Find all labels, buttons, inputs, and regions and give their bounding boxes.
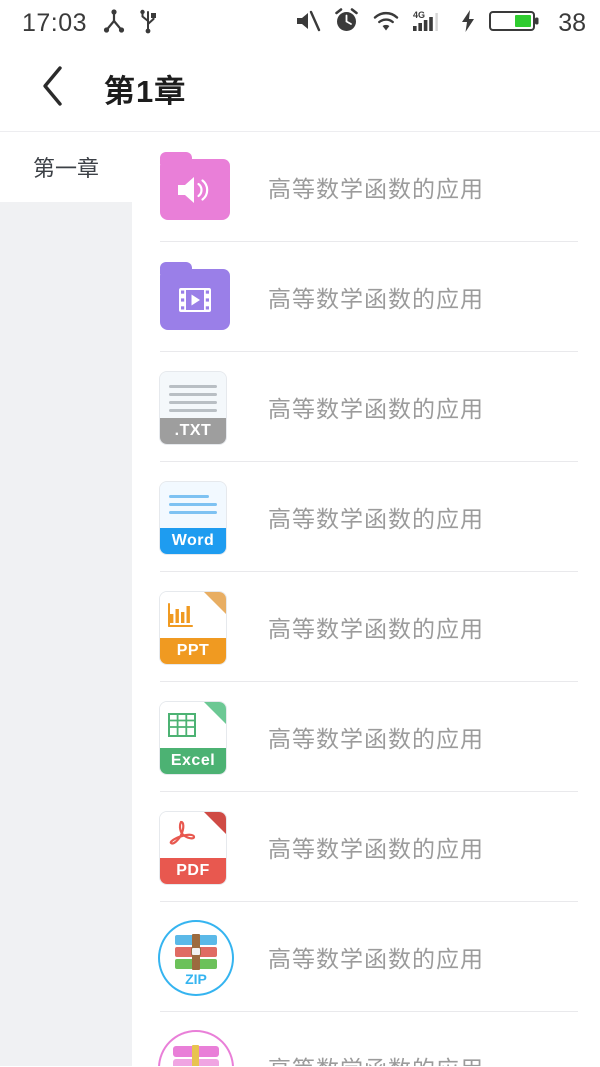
status-time: 17:03 [22, 8, 88, 37]
list-item-label: 高等数学函数的应用 [268, 616, 484, 642]
alarm-icon [334, 8, 359, 38]
list-item[interactable]: .TXT 高等数学函数的应用 [132, 352, 600, 462]
file-type-badge: ZIP [185, 971, 207, 987]
resource-list[interactable]: 高等数学函数的应用 高等数学函数的应用 .TXT 高等数学函数的应用 Word … [132, 132, 600, 1066]
page-title: 第1章 [104, 74, 187, 109]
ppt-file-icon: PPT [160, 592, 230, 664]
list-item-label: 高等数学函数的应用 [268, 506, 484, 532]
status-bar: 17:03 4G 38 [0, 0, 600, 46]
file-type-badge: Excel [170, 752, 216, 769]
list-item[interactable]: PDF 高等数学函数的应用 [132, 792, 600, 902]
list-item[interactable]: 高等数学函数的应用 [132, 132, 600, 242]
rar-file-icon: RAR [160, 1032, 232, 1066]
list-item-label: 高等数学函数的应用 [268, 176, 484, 202]
status-left-icons [103, 8, 157, 39]
battery-percent-label: 38 [558, 8, 586, 37]
txt-file-icon: .TXT [160, 372, 230, 444]
wifi-icon [372, 10, 400, 37]
list-item-label: 高等数学函数的应用 [268, 946, 484, 972]
chapter-sidebar: 第一章 [0, 132, 132, 1066]
svg-text:4G: 4G [413, 10, 425, 20]
app-header: 第1章 [0, 46, 600, 132]
list-item-label: 高等数学函数的应用 [268, 1050, 484, 1066]
excel-file-icon: Excel [160, 702, 230, 774]
zip-file-icon: ZIP [160, 922, 232, 994]
phone-screen: 17:03 4G 38 第1章 第一章 高等数学函数的应用 高等数学函数的应用 … [0, 0, 600, 1067]
list-item[interactable]: Word 高等数学函数的应用 [132, 462, 600, 572]
list-item[interactable]: Excel 高等数学函数的应用 [132, 682, 600, 792]
content-area: 第一章 高等数学函数的应用 高等数学函数的应用 .TXT 高等数学函数的应用 W… [0, 132, 600, 1066]
status-right-icons: 4G 38 [294, 8, 586, 39]
video-folder-icon [160, 262, 230, 332]
pdf-file-icon: PDF [160, 812, 230, 884]
list-item[interactable]: 高等数学函数的应用 [132, 242, 600, 352]
list-item-label: 高等数学函数的应用 [268, 396, 484, 422]
list-item[interactable]: RAR 高等数学函数的应用 [132, 1012, 600, 1066]
chevron-left-icon [40, 64, 66, 113]
word-file-icon: Word [160, 482, 230, 554]
list-item-label: 高等数学函数的应用 [268, 836, 484, 862]
charging-bolt-icon [460, 9, 476, 38]
file-type-badge: PPT [176, 642, 210, 659]
battery-icon [489, 8, 539, 39]
signal-4g-icon: 4G [413, 9, 447, 38]
share-icon [103, 8, 125, 38]
back-button[interactable] [28, 59, 78, 119]
usb-icon [139, 8, 157, 39]
audio-folder-icon [160, 152, 230, 222]
list-item-label: 高等数学函数的应用 [268, 726, 484, 752]
file-type-badge: .TXT [174, 422, 212, 439]
sidebar-item-chapter-1[interactable]: 第一章 [0, 132, 132, 202]
mute-icon [294, 9, 321, 38]
list-item[interactable]: PPT 高等数学函数的应用 [132, 572, 600, 682]
file-type-badge: Word [171, 532, 215, 549]
list-item-label: 高等数学函数的应用 [268, 286, 484, 312]
sidebar-item-label: 第一章 [32, 156, 99, 181]
file-type-badge: PDF [176, 862, 210, 879]
list-item[interactable]: ZIP 高等数学函数的应用 [132, 902, 600, 1012]
